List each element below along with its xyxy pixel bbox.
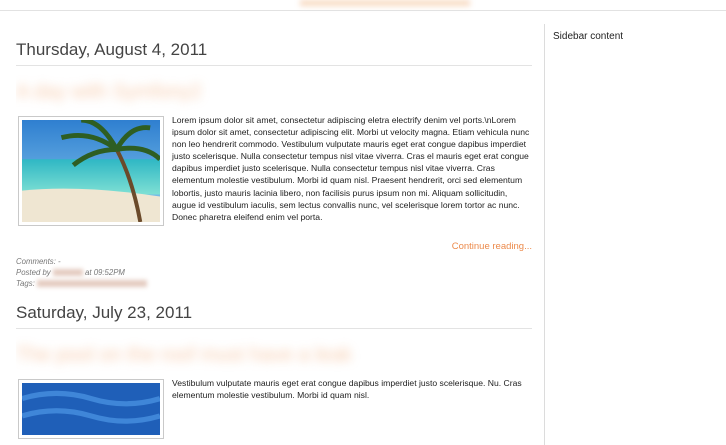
- blog-post: Saturday, July 23, 2011 The pool on the …: [16, 303, 532, 439]
- post-thumbnail: [18, 116, 164, 226]
- post-body-text: Lorem ipsum dolor sit amet, consectetur …: [172, 115, 530, 222]
- header-divider: [0, 10, 726, 11]
- header-blurred-banner: [300, 0, 470, 6]
- post-meta: Comments: - Posted by at 09:52PM Tags:: [16, 256, 532, 289]
- sidebar-content-text: Sidebar content: [553, 31, 624, 42]
- tags-redacted[interactable]: [36, 280, 147, 288]
- post-date: Saturday, July 23, 2011: [16, 303, 532, 329]
- beach-image-icon: [22, 120, 160, 222]
- tags-line: Tags:: [16, 278, 532, 289]
- post-title-link[interactable]: The pool on the roof must have a leak: [16, 343, 352, 367]
- post-body-text: Vestibulum vulputate mauris eget erat co…: [172, 378, 522, 401]
- posted-by-line: Posted by at 09:52PM: [16, 267, 532, 278]
- main-content: Thursday, August 4, 2011 A day with Symf…: [16, 24, 532, 445]
- post-date: Thursday, August 4, 2011: [16, 40, 532, 66]
- posted-time: at 09:52PM: [85, 268, 125, 277]
- tags-label: Tags:: [16, 279, 35, 288]
- author-name-redacted[interactable]: [52, 269, 83, 277]
- comments-count[interactable]: Comments: -: [16, 256, 532, 267]
- posted-by-label: Posted by: [16, 268, 51, 277]
- sidebar-divider: [544, 24, 545, 445]
- post-thumbnail: [18, 379, 164, 439]
- post-body: Lorem ipsum dolor sit amet, consectetur …: [16, 114, 532, 228]
- continue-reading-link[interactable]: Continue reading...: [16, 241, 532, 252]
- blog-post: Thursday, August 4, 2011 A day with Symf…: [16, 40, 532, 289]
- post-title-link[interactable]: A day with Symfony2: [16, 80, 202, 104]
- post-body: Vestibulum vulputate mauris eget erat co…: [16, 377, 532, 439]
- sidebar: Sidebar content: [553, 31, 723, 42]
- pool-water-image-icon: [22, 383, 160, 435]
